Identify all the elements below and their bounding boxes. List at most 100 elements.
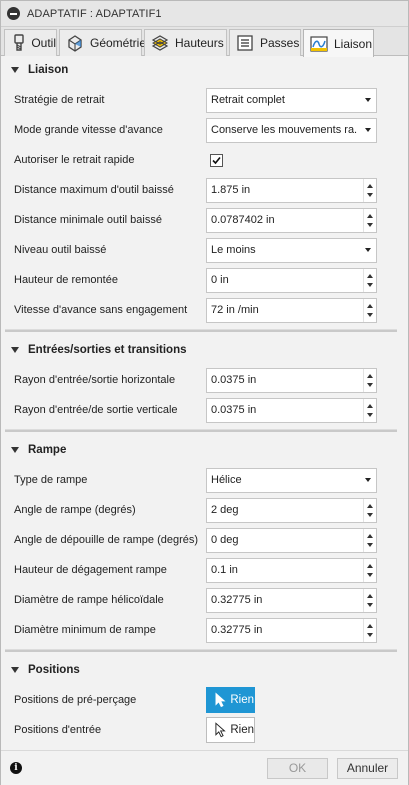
row-rayon-horizontal: Rayon d'entrée/sortie horizontale 0.0375… — [1, 365, 408, 395]
ramp-type-select[interactable]: Hélice — [206, 468, 377, 493]
spin-up-icon[interactable] — [367, 504, 373, 508]
tab-hauteurs[interactable]: Hauteurs — [144, 29, 227, 56]
spinner[interactable] — [363, 299, 376, 322]
spin-up-icon[interactable] — [367, 214, 373, 218]
window-title: ADAPTATIF : ADAPTATIF1 — [27, 7, 162, 20]
max-stay-down-distance-input[interactable]: 1.875 in — [206, 178, 377, 203]
spinner[interactable] — [363, 209, 376, 232]
allow-rapid-retract-checkbox[interactable] — [210, 154, 223, 167]
spinner[interactable] — [363, 179, 376, 202]
spin-down-icon[interactable] — [367, 513, 373, 517]
passes-icon — [236, 34, 254, 52]
spin-up-icon[interactable] — [367, 304, 373, 308]
row-strategie-retrait: Stratégie de retrait Retrait complet — [1, 85, 408, 115]
field-label: Positions de pré-perçage — [14, 694, 137, 706]
lift-height-input[interactable]: 0 in — [206, 268, 377, 293]
spinner[interactable] — [363, 499, 376, 522]
spin-up-icon[interactable] — [367, 564, 373, 568]
field-label: Stratégie de retrait — [14, 94, 105, 106]
tab-passes[interactable]: Passes — [229, 29, 301, 56]
input-value: 2 deg — [211, 504, 239, 516]
tab-label: Liaison — [334, 36, 373, 51]
field-label: Rayon d'entrée/sortie horizontale — [14, 374, 176, 386]
field-label: Distance minimale outil baissé — [14, 214, 162, 226]
high-feedrate-mode-select[interactable]: Conserve les mouvements ra... — [206, 118, 377, 143]
helical-ramp-diameter-input[interactable]: 0.32775 in — [206, 588, 377, 613]
chevron-down-icon — [365, 128, 371, 132]
spinner[interactable] — [363, 399, 376, 422]
input-value: 72 in /min — [211, 304, 259, 316]
collapse-icon[interactable] — [7, 7, 20, 20]
spin-down-icon[interactable] — [367, 223, 373, 227]
select-value: Conserve les mouvements ra... — [211, 124, 358, 136]
row-angle-rampe: Angle de rampe (degrés) 2 deg — [1, 495, 408, 525]
field-label: Vitesse d'avance sans engagement — [14, 304, 188, 316]
section-divider — [5, 329, 397, 332]
spin-down-icon[interactable] — [367, 383, 373, 387]
input-value: 1.875 in — [211, 184, 251, 196]
field-label: Diamètre de rampe hélicoïdale — [14, 594, 164, 606]
spin-up-icon[interactable] — [367, 184, 373, 188]
spin-down-icon[interactable] — [367, 193, 373, 197]
info-icon[interactable]: i — [10, 762, 22, 774]
field-label: Rayon d'entrée/de sortie verticale — [14, 404, 178, 416]
row-diametre-minimum: Diamètre minimum de rampe 0.32775 in — [1, 615, 408, 645]
tool-icon — [10, 34, 27, 52]
retract-strategy-select[interactable]: Retrait complet — [206, 88, 377, 113]
spin-up-icon[interactable] — [367, 594, 373, 598]
field-label: Mode grande vitesse d'avance — [14, 124, 163, 136]
spinner[interactable] — [363, 269, 376, 292]
input-value: 0.1 in — [211, 564, 238, 576]
row-type-rampe: Type de rampe Hélice — [1, 465, 408, 495]
spinner[interactable] — [363, 369, 376, 392]
section-title: Positions — [28, 664, 80, 676]
input-value: 0 deg — [211, 534, 239, 546]
spin-down-icon[interactable] — [367, 603, 373, 607]
spin-down-icon[interactable] — [367, 283, 373, 287]
tab-label: Outil — [31, 36, 56, 50]
row-vitesse-avance: Vitesse d'avance sans engagement 72 in /… — [1, 295, 408, 325]
row-positions-pre-percage: Positions de pré-perçage Rien — [1, 685, 408, 715]
spin-up-icon[interactable] — [367, 374, 373, 378]
spinner[interactable] — [363, 529, 376, 552]
tab-liaison[interactable]: Liaison — [303, 29, 374, 57]
horizontal-lead-radius-input[interactable]: 0.0375 in — [206, 368, 377, 393]
field-label: Niveau outil baissé — [14, 244, 107, 256]
spin-up-icon[interactable] — [367, 534, 373, 538]
field-label: Type de rampe — [14, 474, 88, 486]
spin-down-icon[interactable] — [367, 413, 373, 417]
spin-down-icon[interactable] — [367, 633, 373, 637]
tab-outil[interactable]: Outil — [4, 29, 57, 56]
min-ramp-diameter-input[interactable]: 0.32775 in — [206, 618, 377, 643]
entry-positions-button[interactable]: Rien — [206, 717, 255, 743]
row-angle-depouille: Angle de dépouille de rampe (degrés) 0 d… — [1, 525, 408, 555]
spin-up-icon[interactable] — [367, 274, 373, 278]
transition-feedrate-input[interactable]: 72 in /min — [206, 298, 377, 323]
predrill-positions-button[interactable]: Rien — [206, 687, 255, 713]
spin-down-icon[interactable] — [367, 313, 373, 317]
min-stay-down-distance-input[interactable]: 0.0787402 in — [206, 208, 377, 233]
section-title: Liaison — [28, 64, 69, 76]
section-header-positions[interactable]: Positions — [1, 657, 408, 683]
stay-down-level-select[interactable]: Le moins — [206, 238, 377, 263]
spinner[interactable] — [363, 589, 376, 612]
spinner[interactable] — [363, 559, 376, 582]
spin-up-icon[interactable] — [367, 624, 373, 628]
section-header-entrees-sorties[interactable]: Entrées/sorties et transitions — [1, 337, 408, 363]
spin-down-icon[interactable] — [367, 573, 373, 577]
ramp-taper-angle-input[interactable]: 0 deg — [206, 528, 377, 553]
vertical-lead-radius-input[interactable]: 0.0375 in — [206, 398, 377, 423]
ok-button[interactable]: OK — [267, 758, 328, 779]
ramp-clearance-height-input[interactable]: 0.1 in — [206, 558, 377, 583]
spinner[interactable] — [363, 619, 376, 642]
spin-up-icon[interactable] — [367, 404, 373, 408]
field-label: Hauteur de dégagement rampe — [14, 564, 167, 576]
section-header-rampe[interactable]: Rampe — [1, 437, 408, 463]
cancel-button[interactable]: Annuler — [337, 758, 398, 779]
ramp-angle-input[interactable]: 2 deg — [206, 498, 377, 523]
row-positions-entree: Positions d'entrée Rien — [1, 715, 408, 745]
collapse-triangle-icon — [11, 667, 19, 673]
section-header-liaison[interactable]: Liaison — [1, 57, 408, 83]
tab-geometrie[interactable]: Géométrie — [59, 29, 146, 56]
spin-down-icon[interactable] — [367, 543, 373, 547]
